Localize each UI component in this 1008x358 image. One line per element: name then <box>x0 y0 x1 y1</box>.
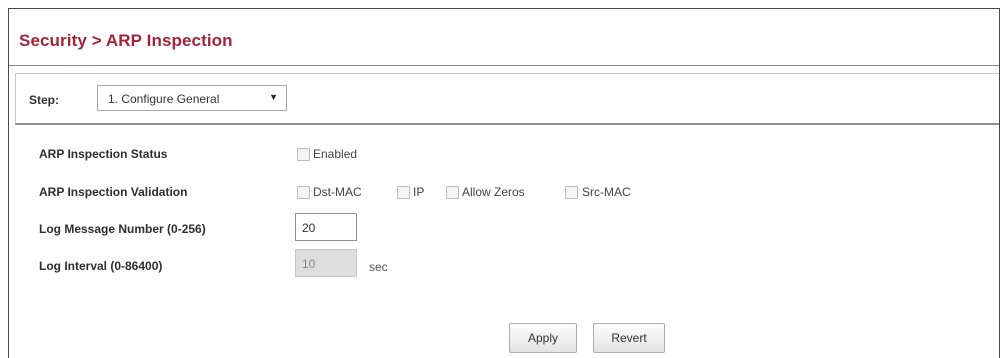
log-message-number-input[interactable]: 20 <box>295 213 357 241</box>
src-mac-checkbox[interactable] <box>565 186 578 199</box>
step-label: Step: <box>29 93 59 107</box>
allow-zeros-checkbox[interactable] <box>446 186 459 199</box>
allow-zeros-label: Allow Zeros <box>462 185 525 199</box>
dst-mac-checkbox[interactable] <box>297 186 310 199</box>
arp-inspection-validation-label: ARP Inspection Validation <box>39 185 188 199</box>
page-title: Security > ARP Inspection <box>19 31 233 50</box>
title-divider <box>9 65 999 66</box>
page-frame: Security > ARP Inspection Step: 1. Confi… <box>8 8 1000 358</box>
log-message-number-value: 20 <box>302 221 316 235</box>
revert-button[interactable]: Revert <box>593 323 665 353</box>
dst-mac-label: Dst-MAC <box>313 185 362 199</box>
log-interval-value: 10 <box>302 257 316 271</box>
enabled-checkbox[interactable] <box>297 148 310 161</box>
step-select-value: 1. Configure General <box>108 92 220 106</box>
ip-checkbox[interactable] <box>397 186 410 199</box>
log-interval-label: Log Interval (0-86400) <box>39 259 163 273</box>
log-message-number-label: Log Message Number (0-256) <box>39 222 206 236</box>
ip-label: IP <box>413 185 425 199</box>
log-interval-unit: sec <box>369 260 388 274</box>
log-interval-input[interactable]: 10 <box>295 249 357 277</box>
enabled-checkbox-label: Enabled <box>313 147 358 161</box>
src-mac-label: Src-MAC <box>582 185 631 199</box>
step-select[interactable]: 1. Configure General ▼ <box>97 85 287 111</box>
arp-inspection-status-label: ARP Inspection Status <box>39 147 168 161</box>
apply-button[interactable]: Apply <box>509 323 577 353</box>
dropdown-arrow-icon: ▼ <box>269 92 278 102</box>
